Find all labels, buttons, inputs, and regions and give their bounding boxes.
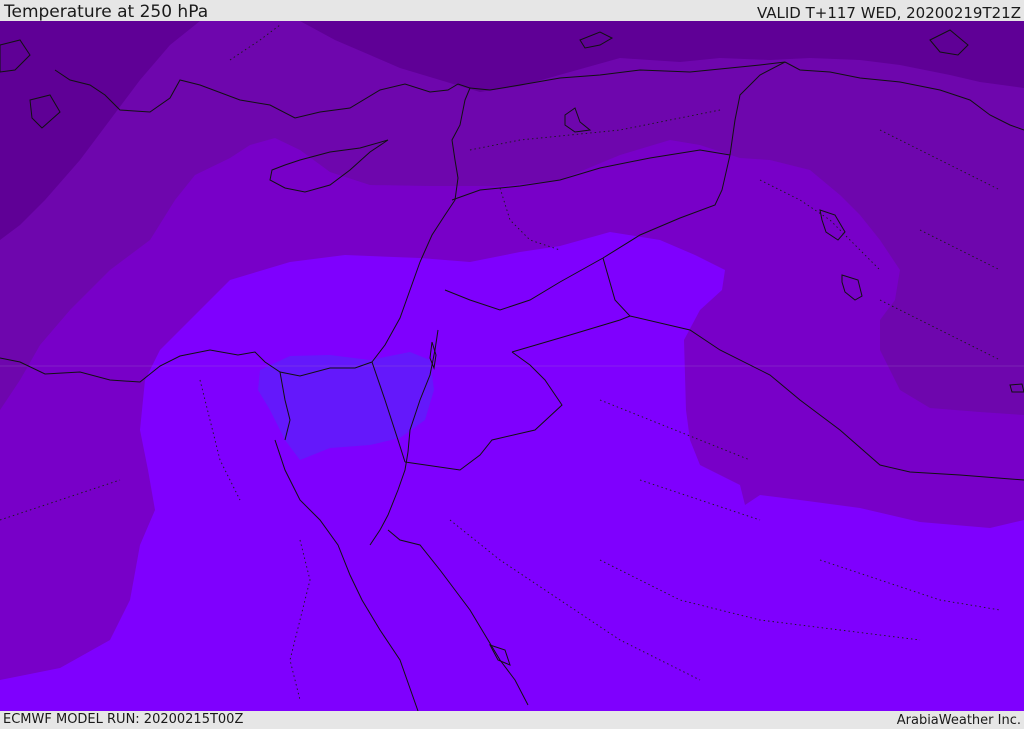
map-canvas bbox=[0, 21, 1024, 711]
map-title: Temperature at 250 hPa bbox=[4, 2, 209, 22]
credit-label: ArabiaWeather Inc. bbox=[896, 713, 1021, 728]
footer-bar: ECMWF MODEL RUN: 20200215T00Z ArabiaWeat… bbox=[0, 711, 1024, 729]
model-run-label: ECMWF MODEL RUN: 20200215T00Z bbox=[3, 712, 244, 727]
valid-time: VALID T+117 WED, 20200219T21Z bbox=[756, 4, 1021, 22]
temperature-map[interactable] bbox=[0, 21, 1024, 711]
header-bar: Temperature at 250 hPa VALID T+117 WED, … bbox=[0, 0, 1024, 22]
